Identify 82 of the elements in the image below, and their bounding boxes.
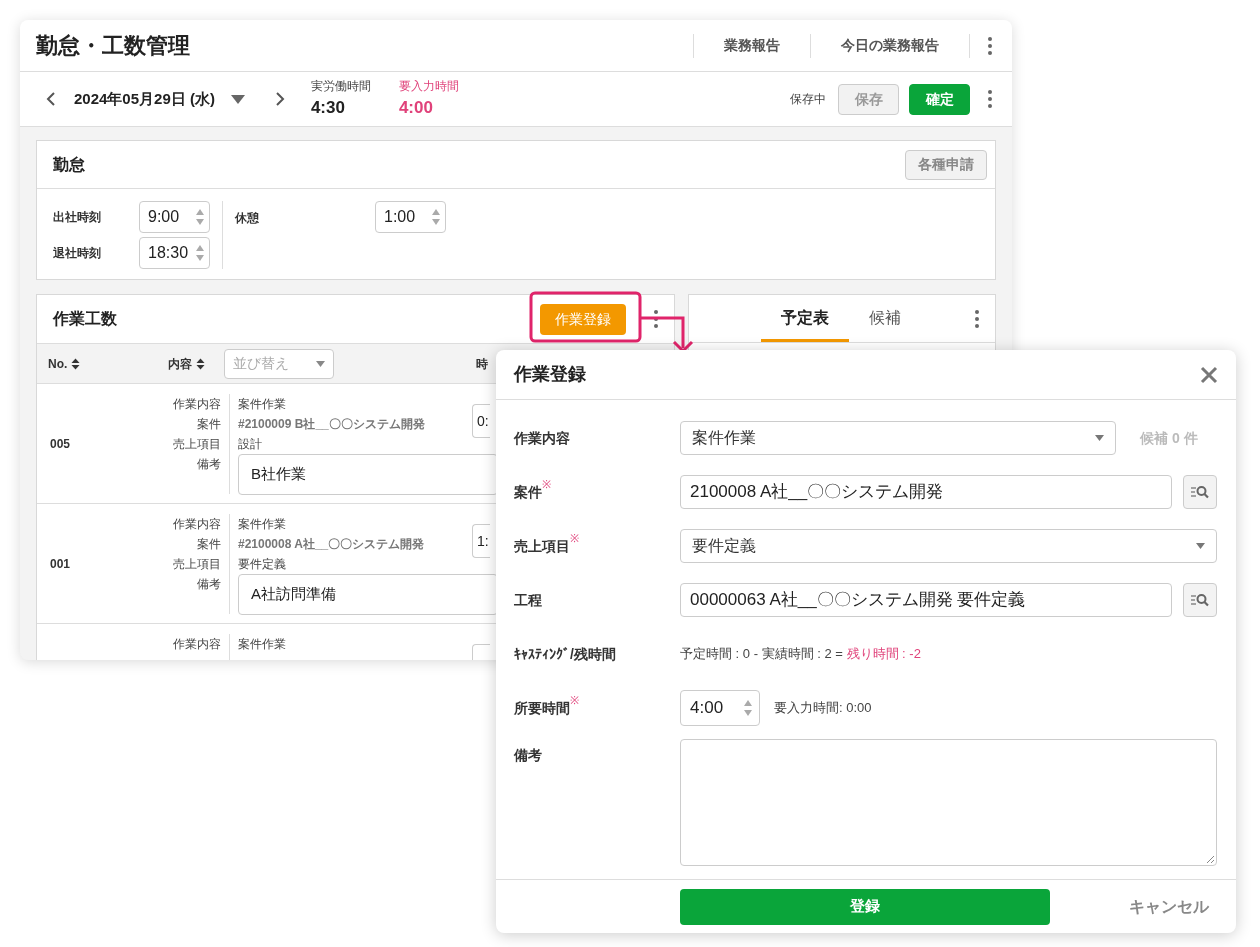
field-label: 売上項目	[173, 436, 221, 453]
remarks-field[interactable]	[680, 739, 1217, 866]
search-button[interactable]	[1183, 475, 1217, 509]
panel-title: 作業工数	[53, 309, 118, 329]
field-label: 退社時刻	[53, 245, 102, 262]
panel-title: 勤怠	[53, 154, 85, 175]
date-label: 2024年05月29日 (水)	[74, 88, 215, 109]
summary-label: 要入力時間	[398, 78, 459, 96]
field-value: #2100008 A社__〇〇システム開発	[238, 536, 426, 553]
tab[interactable]: 候補	[849, 296, 921, 342]
sort-icon[interactable]	[196, 357, 205, 370]
more-icon[interactable]	[975, 309, 979, 328]
save-status: 保存中	[790, 91, 826, 108]
search-button[interactable]	[1183, 583, 1217, 617]
column-header: 内容	[168, 355, 192, 373]
field-label: 作業内容	[514, 428, 570, 448]
header-link[interactable]: 業務報告	[694, 35, 810, 56]
field-label: 案件	[197, 536, 221, 553]
column-header: No.	[48, 355, 68, 373]
summary-value: 4:30	[310, 97, 346, 120]
required-mark: ※	[570, 530, 579, 544]
field-value: 設計	[238, 436, 263, 453]
row-number: 001	[50, 555, 72, 573]
caret-icon	[316, 360, 325, 367]
time-field[interactable]: 4:00	[680, 690, 760, 726]
time-field[interactable]: 0:	[472, 404, 490, 438]
required-mark: ※	[570, 692, 579, 706]
search-icon	[1190, 593, 1210, 607]
more-icon[interactable]	[654, 310, 658, 328]
column-header: 時	[476, 355, 488, 373]
time-field[interactable]: 9:00	[139, 201, 210, 233]
field-label: 備考	[197, 456, 221, 473]
time-breakdown: 予定時間 : 0 - 実績時間 : 2 =	[680, 645, 844, 664]
chevron-left-icon[interactable]	[46, 91, 56, 107]
field-value: 案件作業	[238, 516, 287, 533]
more-icon[interactable]	[988, 90, 992, 108]
field-label: 備考	[197, 576, 221, 593]
select-field[interactable]: 要件定義	[680, 529, 1217, 563]
time-field[interactable]: 1:	[472, 524, 490, 558]
dialog-title: 作業登録	[514, 363, 586, 386]
close-icon[interactable]	[1200, 365, 1218, 384]
remaining-time: 残り時間 : -2	[846, 645, 921, 664]
required-mark: ※	[542, 476, 551, 490]
required-time-note: 要入力時間: 0:00	[774, 699, 872, 718]
select-field[interactable]: 案件作業	[680, 421, 1116, 455]
page-title: 勤怠・工数管理	[36, 32, 191, 60]
field-value: 案件作業	[238, 396, 287, 413]
field-label: 作業内容	[173, 396, 221, 413]
sort-icon[interactable]	[71, 357, 81, 370]
caret-icon[interactable]	[230, 94, 245, 104]
field-label: 案件	[514, 483, 542, 502]
field-label: 所要時間	[514, 699, 570, 718]
field-value: 案件作業	[238, 636, 287, 653]
cancel-button[interactable]: キャンセル	[1129, 894, 1209, 919]
field-label: 案件	[197, 416, 221, 433]
field-label: 備考	[514, 746, 542, 765]
row-number: 005	[50, 435, 72, 453]
caret-icon	[1095, 435, 1104, 441]
caret-icon	[1196, 543, 1205, 549]
summary-label: 実労働時間	[310, 78, 371, 96]
field-label: 休憩	[235, 210, 260, 227]
tab[interactable]: 予定表	[761, 296, 849, 342]
field-label: 作業内容	[173, 516, 221, 533]
resize-handle-icon[interactable]	[1206, 855, 1214, 863]
more-icon[interactable]	[988, 36, 992, 55]
search-icon	[1190, 485, 1210, 499]
input-field[interactable]: 00000063 A社__〇〇システム開発 要件定義	[680, 583, 1172, 617]
time-field[interactable]: 18:30	[139, 237, 210, 269]
field-label: ｷｬｽﾃｨﾝｸﾞ/残時間	[514, 644, 616, 664]
field-value: 要件定義	[238, 556, 287, 573]
field-label: 作業内容	[173, 636, 221, 653]
candidate-count: 候補 0 件	[1140, 428, 1198, 448]
field-label: 売上項目	[514, 537, 570, 556]
chevron-right-icon[interactable]	[274, 91, 285, 107]
field-label: 売上項目	[173, 556, 221, 573]
field-label: 工程	[514, 590, 542, 610]
header-link[interactable]: 今日の業務報告	[811, 35, 969, 56]
field-value: #2100009 B社__〇〇システム開発	[238, 416, 426, 433]
summary-value: 4:00	[398, 97, 434, 120]
time-field[interactable]: 1:00	[375, 201, 446, 233]
input-field[interactable]: 2100008 A社__〇〇システム開発	[680, 475, 1172, 509]
field-label: 出社時刻	[53, 209, 102, 226]
